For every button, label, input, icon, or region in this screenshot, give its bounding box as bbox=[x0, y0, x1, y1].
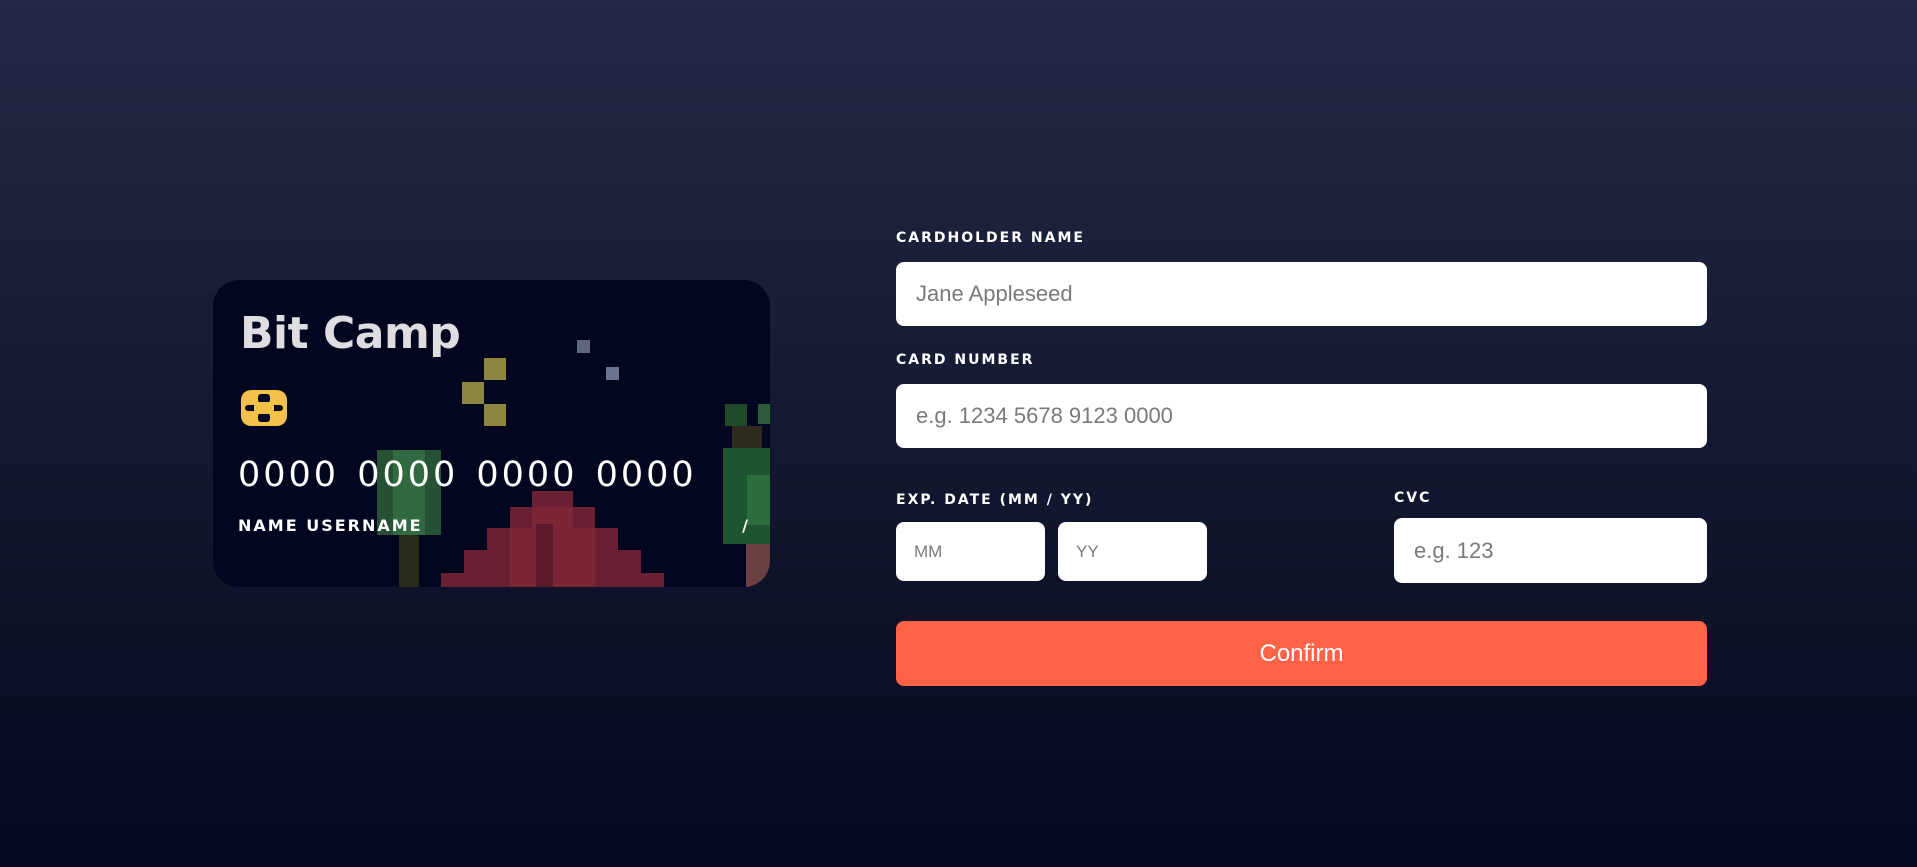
cardholder-name-input[interactable] bbox=[896, 262, 1707, 326]
expiry-date-label: EXP. DATE (MM / YY) bbox=[896, 492, 1094, 508]
confirm-button[interactable]: Confirm bbox=[896, 621, 1707, 686]
cvc-label: CVC bbox=[1394, 490, 1432, 506]
card-preview: Bit Camp 0000 0000 0000 0000 NAME USERNA… bbox=[213, 280, 770, 587]
card-number-display: 0000 0000 0000 0000 bbox=[238, 455, 697, 495]
card-number-label: CARD NUMBER bbox=[896, 352, 1035, 368]
card-holder-name-display: NAME USERNAME bbox=[238, 516, 423, 535]
card-brand-logo: Bit Camp bbox=[240, 308, 461, 359]
card-chip-icon bbox=[241, 390, 287, 426]
expiry-month-input[interactable] bbox=[896, 522, 1045, 581]
cvc-input[interactable] bbox=[1394, 518, 1707, 583]
card-number-input[interactable] bbox=[896, 384, 1707, 448]
card-expiry-display: / bbox=[742, 516, 748, 535]
cardholder-name-label: CARDHOLDER NAME bbox=[896, 230, 1085, 246]
expiry-year-input[interactable] bbox=[1058, 522, 1207, 581]
